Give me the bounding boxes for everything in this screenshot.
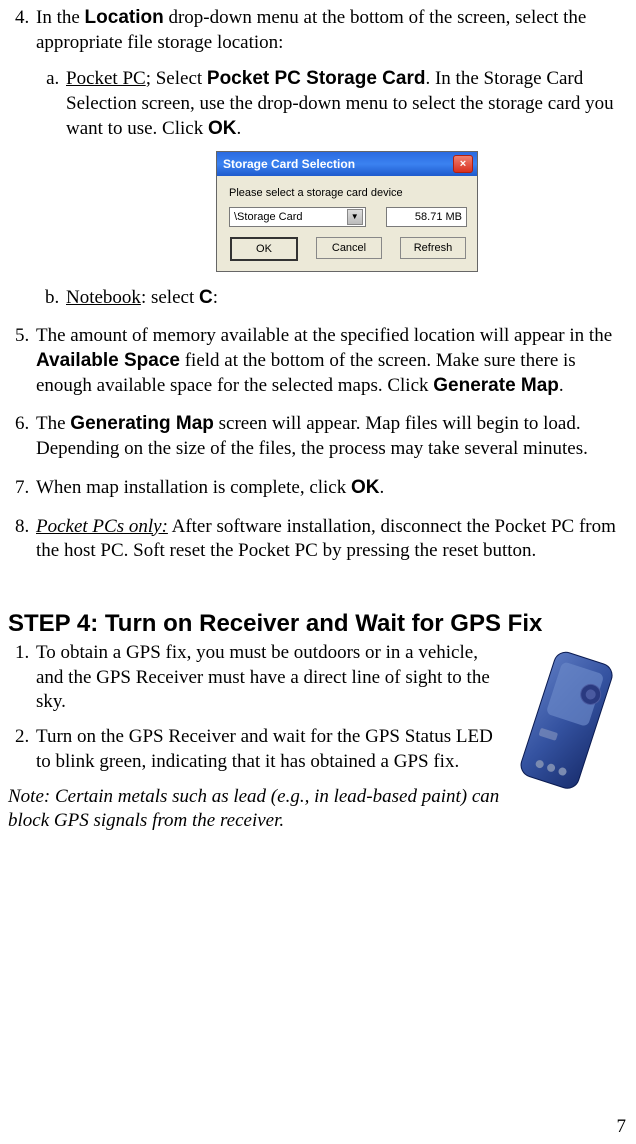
- text: ; Select: [146, 68, 207, 89]
- dialog-label: Please select a storage card device: [229, 186, 467, 200]
- text: The amount of memory available at the sp…: [36, 325, 612, 346]
- ok-label: OK: [351, 477, 380, 498]
- close-icon[interactable]: ×: [453, 155, 473, 173]
- step4-note: Note: Certain metals such as lead (e.g.,…: [8, 785, 518, 834]
- text: : select: [141, 287, 199, 308]
- text: .: [559, 375, 564, 396]
- size-field: 58.71 MB: [386, 207, 467, 227]
- generate-map-label: Generate Map: [433, 375, 559, 396]
- sub-b: Notebook: select C:: [64, 286, 628, 311]
- dropdown-value: \Storage Card: [234, 210, 302, 224]
- step-4-location: In the Location drop-down menu at the bo…: [34, 6, 628, 310]
- cancel-button[interactable]: Cancel: [316, 237, 382, 259]
- location-label: Location: [85, 7, 164, 28]
- text: The: [36, 413, 70, 434]
- step-6: The Generating Map screen will appear. M…: [34, 412, 628, 461]
- chevron-down-icon[interactable]: ▼: [347, 209, 363, 225]
- dialog-titlebar: Storage Card Selection ×: [217, 152, 477, 176]
- page-number: 7: [617, 1115, 627, 1140]
- ok-button[interactable]: OK: [230, 237, 298, 261]
- text: When map installation is complete, click: [36, 477, 351, 498]
- text: .: [380, 477, 385, 498]
- text: :: [213, 287, 218, 308]
- text: .: [236, 118, 241, 139]
- refresh-button[interactable]: Refresh: [400, 237, 466, 259]
- generating-map-label: Generating Map: [70, 413, 214, 434]
- pocket-pc-label: Pocket PC: [66, 68, 146, 89]
- text: In the: [36, 7, 85, 28]
- dialog-title: Storage Card Selection: [223, 157, 355, 173]
- step-5: The amount of memory available at the sp…: [34, 324, 628, 398]
- available-space-label: Available Space: [36, 350, 180, 371]
- step-8: Pocket PCs only: After software installa…: [34, 515, 628, 564]
- storage-card-dialog: Storage Card Selection × Please select a…: [216, 151, 478, 271]
- storage-card-label: Pocket PC Storage Card: [207, 68, 426, 89]
- notebook-label: Notebook: [66, 287, 141, 308]
- pocket-pcs-only-label: Pocket PCs only:: [36, 516, 168, 537]
- step-7: When map installation is complete, click…: [34, 476, 628, 501]
- gps-receiver-image: [510, 640, 620, 810]
- storage-card-dropdown[interactable]: \Storage Card ▼: [229, 207, 366, 227]
- c-label: C: [199, 287, 213, 308]
- step4-item-1: To obtain a GPS fix, you must be outdoor…: [34, 641, 496, 715]
- sub-a: Pocket PC; Select Pocket PC Storage Card…: [64, 67, 628, 271]
- step4-heading: STEP 4: Turn on Receiver and Wait for GP…: [8, 608, 628, 639]
- ok-label: OK: [208, 118, 237, 139]
- step4-item-2: Turn on the GPS Receiver and wait for th…: [34, 725, 496, 774]
